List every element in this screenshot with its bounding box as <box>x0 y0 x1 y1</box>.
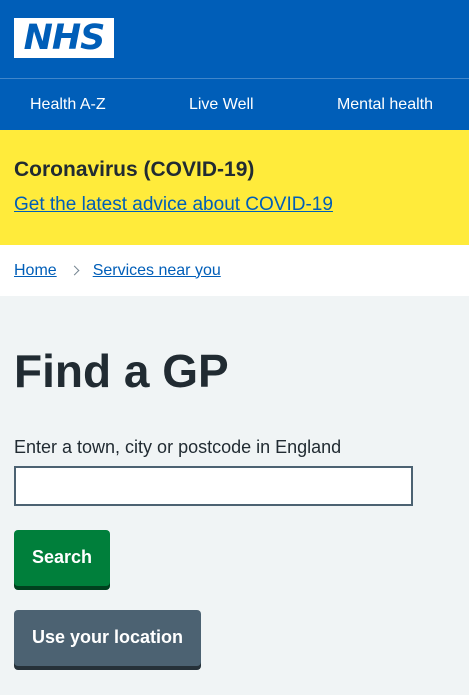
search-label: Enter a town, city or postcode in Englan… <box>14 436 342 457</box>
breadcrumb-services-near-you[interactable]: Services near you <box>93 262 221 280</box>
nav-mental-health[interactable]: Mental health <box>337 96 433 114</box>
location-search-input[interactable] <box>14 465 413 506</box>
search-button[interactable]: Search <box>14 529 111 586</box>
main-content: Find a GP Enter a town, city or postcode… <box>0 296 469 666</box>
use-location-button[interactable]: Use your location <box>14 609 202 666</box>
breadcrumb-home[interactable]: Home <box>14 262 57 280</box>
chevron-right-icon <box>69 265 80 276</box>
main-navigation: Health A-Z Live Well Mental health <box>0 78 469 130</box>
covid-banner-title: Coronavirus (COVID-19) <box>14 158 255 181</box>
nav-health-a-z[interactable]: Health A-Z <box>30 96 106 114</box>
site-header: NHS Health A-Z Live Well Mental health <box>0 0 469 130</box>
nav-live-well[interactable]: Live Well <box>189 96 254 114</box>
covid-banner: Coronavirus (COVID-19) Get the latest ad… <box>0 130 469 245</box>
page-title: Find a GP <box>14 345 229 397</box>
nhs-logo-text: NHS <box>23 17 106 58</box>
breadcrumb: Home Services near you <box>0 245 469 296</box>
covid-advice-link[interactable]: Get the latest advice about COVID-19 <box>14 194 333 215</box>
nhs-logo[interactable]: NHS <box>14 18 114 58</box>
